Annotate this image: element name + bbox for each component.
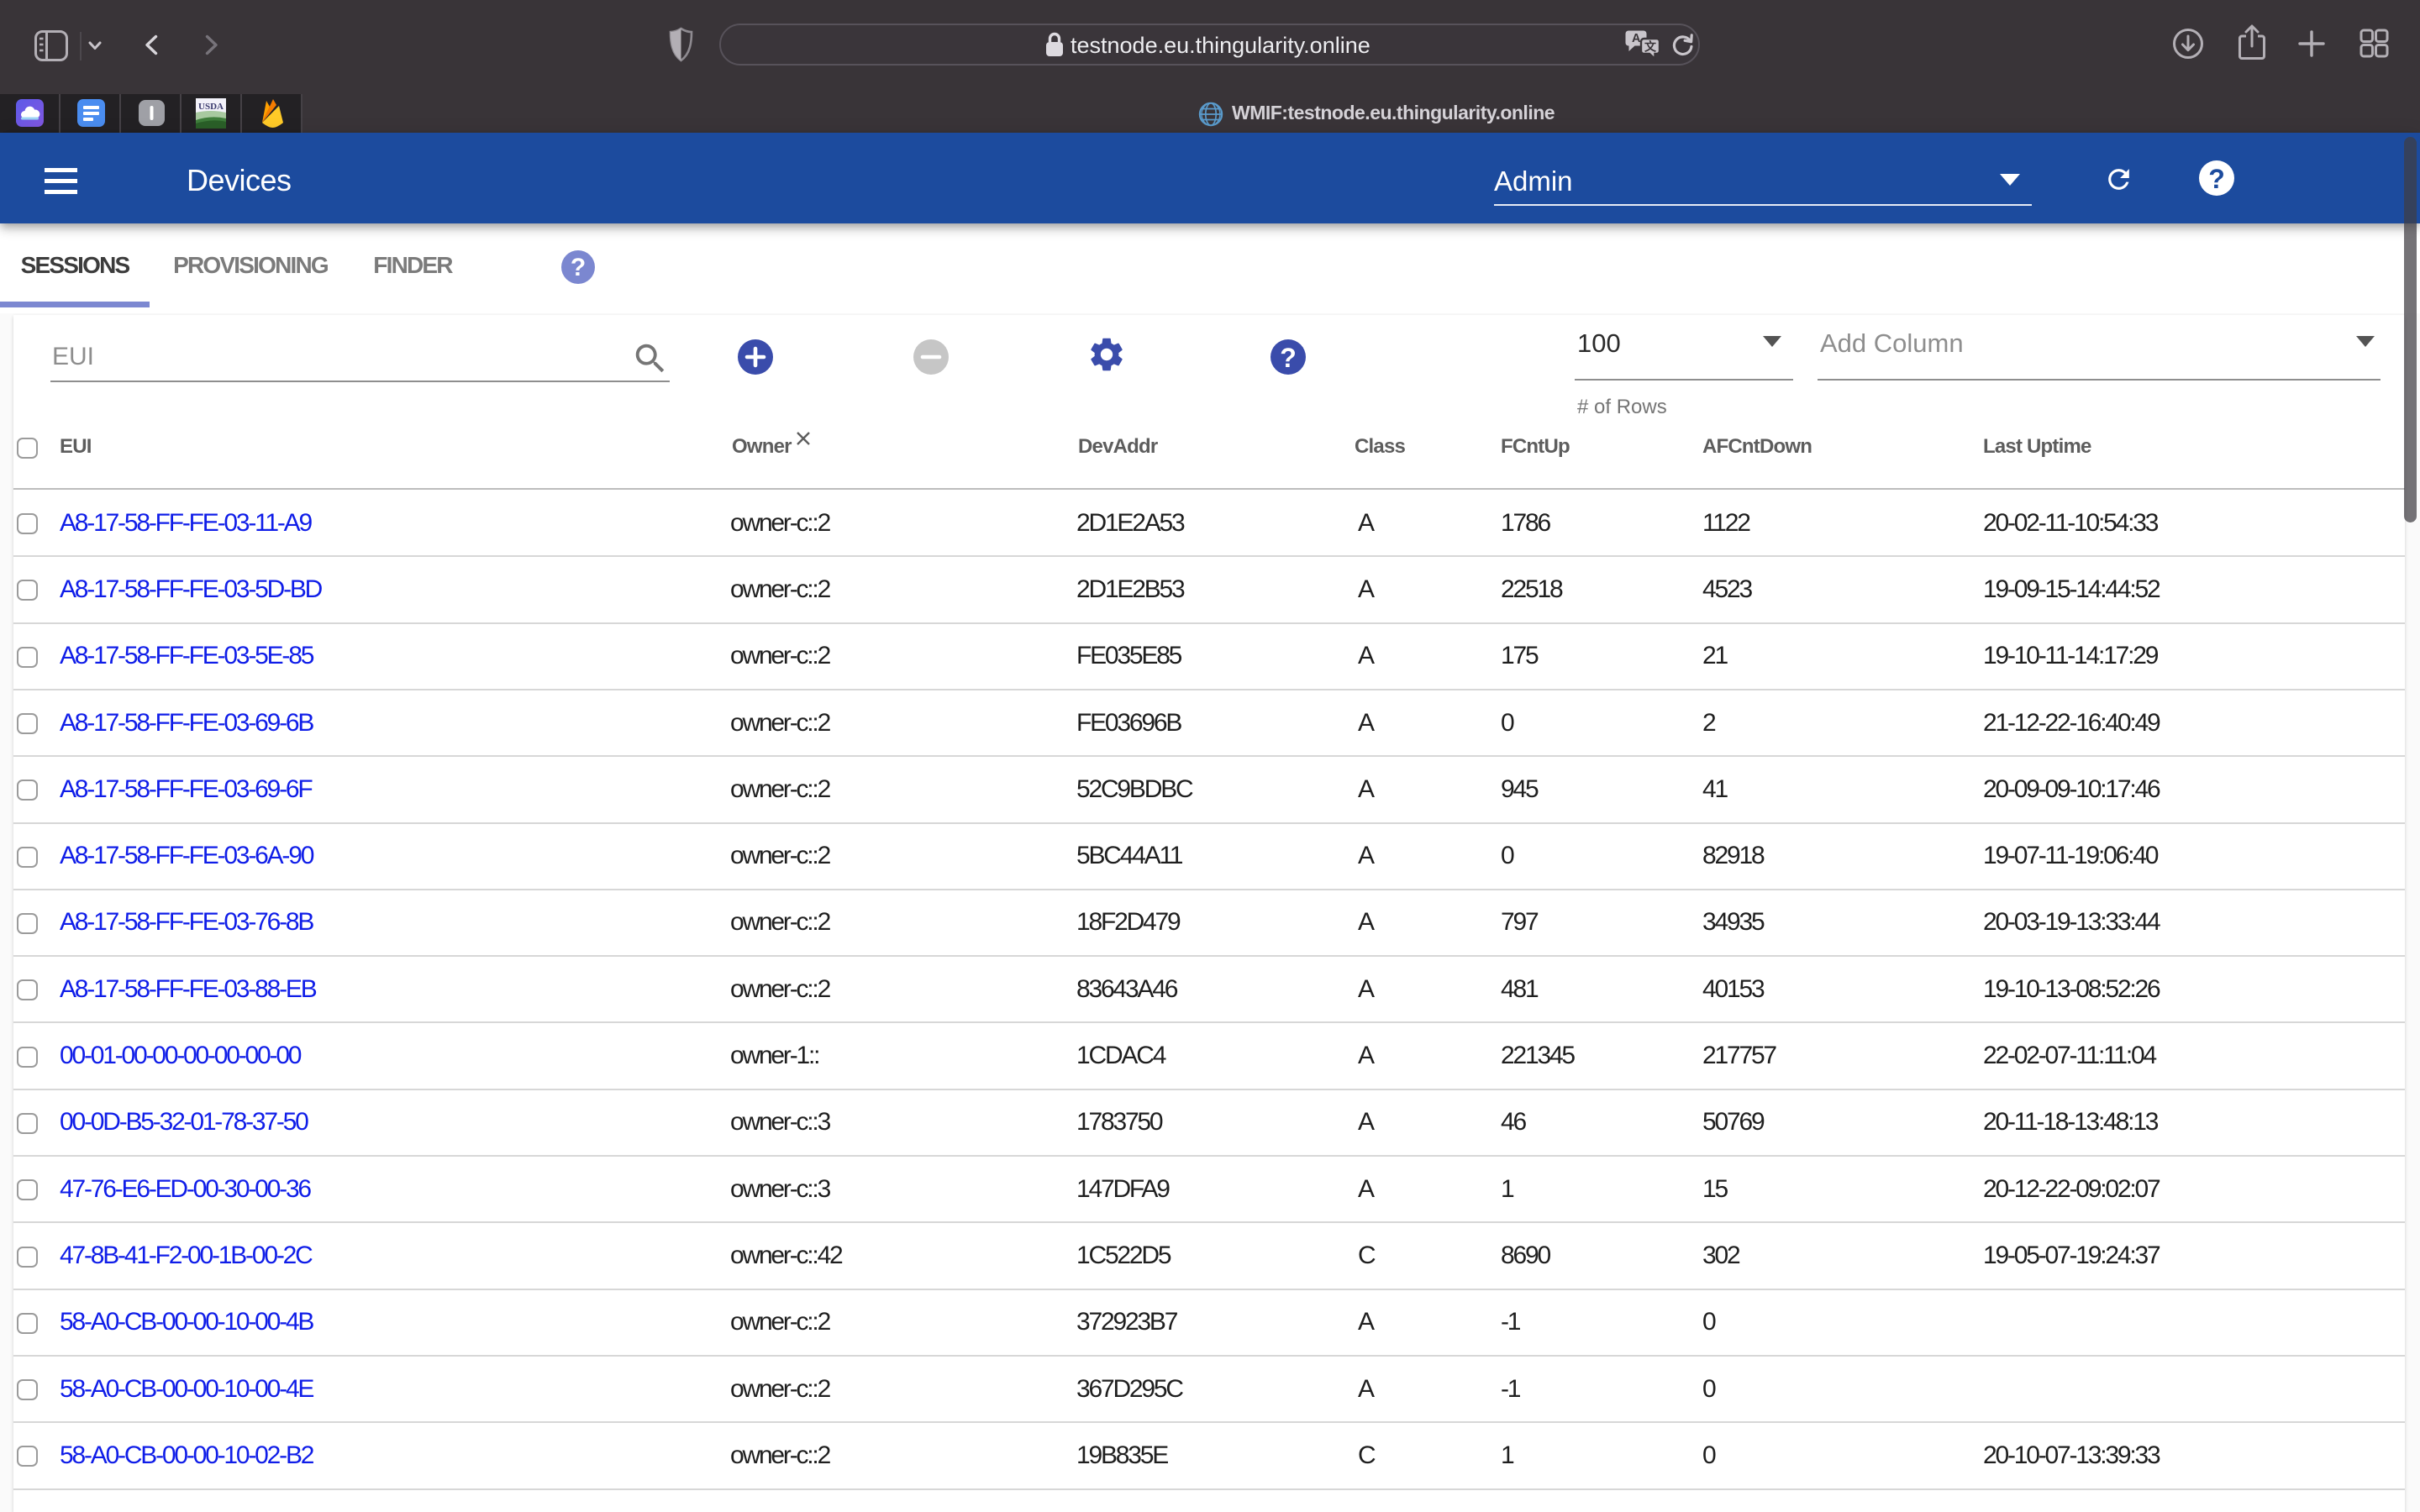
svg-text:USDA: USDA xyxy=(198,102,224,112)
svg-text:A: A xyxy=(1632,32,1641,45)
svg-text:文: 文 xyxy=(1644,40,1657,54)
